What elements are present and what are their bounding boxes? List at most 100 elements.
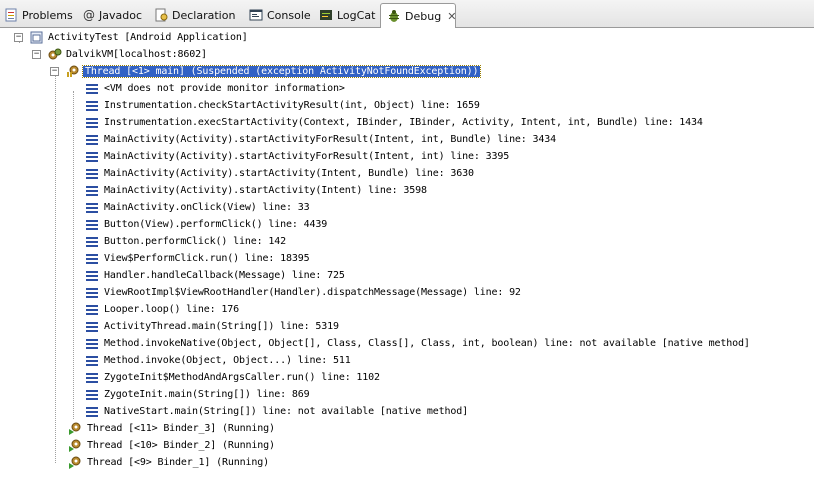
stack-frame-row[interactable]: Method.invoke(Object, Object...) line: 5… [86, 352, 351, 369]
debug-tree: − ActivityTest [Android Application] − D… [0, 29, 814, 494]
stack-frame-icon [86, 185, 98, 196]
stack-frame-label: ViewRootImpl$ViewRootHandler(Handler).di… [104, 287, 521, 298]
tab-declaration[interactable]: Declaration [154, 4, 235, 26]
problems-icon [4, 8, 18, 22]
vm-icon [48, 48, 62, 61]
stack-frame-label: Button.performClick() line: 142 [104, 236, 286, 247]
stack-frame-icon [86, 202, 98, 213]
view-tab-bar: Problems @ Javadoc Declaration Console L… [0, 0, 814, 28]
stack-frame-icon [86, 100, 98, 111]
collapse-toggle[interactable]: − [50, 67, 59, 76]
stack-frame-icon [86, 117, 98, 128]
running-thread-icon [68, 456, 82, 469]
stack-frame-icon [86, 151, 98, 162]
stack-frame-row[interactable]: Instrumentation.checkStartActivityResult… [86, 97, 480, 114]
stack-frame-icon [86, 321, 98, 332]
tab-problems[interactable]: Problems [4, 4, 73, 26]
tab-javadoc[interactable]: @ Javadoc [83, 4, 142, 26]
stack-frame-icon [86, 355, 98, 366]
collapse-toggle[interactable]: − [14, 33, 23, 42]
tree-node-launch[interactable]: − ActivityTest [Android Application] [14, 29, 248, 46]
stack-frame-icon [86, 168, 98, 179]
stack-frame-row[interactable]: ViewRootImpl$ViewRootHandler(Handler).di… [86, 284, 521, 301]
tab-label: Debug [405, 9, 442, 23]
tree-node-suspended-thread[interactable]: − Thread [<1> main] (Suspended (exceptio… [50, 63, 482, 80]
stack-frame-row[interactable]: MainActivity(Activity).startActivity(Int… [86, 182, 427, 199]
stack-frame-label: Button(View).performClick() line: 4439 [104, 219, 328, 230]
stack-frame-row[interactable]: View$PerformClick.run() line: 18395 [86, 250, 310, 267]
stack-frame-icon [86, 304, 98, 315]
stack-frame-label: ZygoteInit.main(String[]) line: 869 [104, 389, 310, 400]
stack-frame-icon [86, 338, 98, 349]
tree-guide [55, 75, 56, 463]
stack-frame-label: MainActivity(Activity).startActivity(Int… [104, 185, 427, 196]
tree-node-vm[interactable]: − DalvikVM[localhost:8602] [32, 46, 207, 63]
stack-frame-row[interactable]: Instrumentation.execStartActivity(Contex… [86, 114, 703, 131]
tab-label: Console [267, 8, 311, 22]
tab-debug[interactable]: Debug ✕ [380, 3, 456, 28]
stack-frame-label: MainActivity(Activity).startActivityForR… [104, 151, 510, 162]
svg-text:@: @ [83, 8, 95, 22]
stack-frame-label: View$PerformClick.run() line: 18395 [104, 253, 310, 264]
stack-frame-row[interactable]: Method.invokeNative(Object, Object[], Cl… [86, 335, 750, 352]
stack-frame-label: Instrumentation.checkStartActivityResult… [104, 100, 480, 111]
thread-label: Thread [<10> Binder_2] (Running) [87, 440, 275, 451]
stack-frame-label: Method.invoke(Object, Object...) line: 5… [104, 355, 351, 366]
stack-frame-row[interactable]: Button(View).performClick() line: 4439 [86, 216, 327, 233]
stack-frame-label: MainActivity.onClick(View) line: 33 [104, 202, 310, 213]
javadoc-icon: @ [83, 8, 95, 22]
stack-frame-label: Looper.loop() line: 176 [104, 304, 240, 315]
tab-label: Problems [22, 8, 73, 22]
tree-node-running-thread[interactable]: Thread [<11> Binder_3] (Running) [68, 420, 275, 437]
thread-label: Thread [<9> Binder_1] (Running) [87, 457, 269, 468]
stack-frame-label: <VM does not provide monitor information… [104, 83, 345, 94]
stack-frame-label: MainActivity(Activity).startActivity(Int… [104, 168, 474, 179]
tab-logcat[interactable]: LogCat [319, 4, 375, 26]
tab-label: LogCat [337, 8, 376, 22]
stack-frame-icon [86, 372, 98, 383]
stack-frame-row[interactable]: Looper.loop() line: 176 [86, 301, 239, 318]
logcat-icon [319, 8, 333, 22]
collapse-toggle[interactable]: − [32, 50, 41, 59]
stack-frame-row[interactable]: MainActivity.onClick(View) line: 33 [86, 199, 310, 216]
tree-node-running-thread[interactable]: Thread [<10> Binder_2] (Running) [68, 437, 275, 454]
stack-frame-icon [86, 83, 98, 94]
tab-console[interactable]: Console [249, 4, 311, 26]
launch-icon [30, 31, 43, 44]
declaration-icon [154, 8, 168, 22]
tree-guide [73, 91, 74, 419]
stack-frame-icon [86, 406, 98, 417]
tab-label: Declaration [172, 8, 236, 22]
stack-frame-icon [86, 236, 98, 247]
stack-frame-row[interactable]: Handler.handleCallback(Message) line: 72… [86, 267, 345, 284]
close-icon[interactable]: ✕ [447, 10, 456, 23]
stack-frame-row[interactable]: ActivityThread.main(String[]) line: 5319 [86, 318, 339, 335]
running-thread-icon [68, 439, 82, 452]
stack-frame-icon [86, 253, 98, 264]
stack-frame-label: NativeStart.main(String[]) line: not ava… [104, 406, 468, 417]
stack-frame-label: Handler.handleCallback(Message) line: 72… [104, 270, 345, 281]
stack-frame-icon [86, 134, 98, 145]
stack-frame-row[interactable]: ZygoteInit$MethodAndArgsCaller.run() lin… [86, 369, 380, 386]
stack-frame-label: MainActivity(Activity).startActivityForR… [104, 134, 557, 145]
stack-frame-label: Instrumentation.execStartActivity(Contex… [104, 117, 703, 128]
stack-frame-row[interactable]: MainActivity(Activity).startActivityForR… [86, 131, 556, 148]
stack-frame-icon [86, 389, 98, 400]
stack-frame-row[interactable]: MainActivity(Activity).startActivity(Int… [86, 165, 474, 182]
stack-frame-row[interactable]: MainActivity(Activity).startActivityForR… [86, 148, 509, 165]
debug-icon [387, 9, 401, 23]
stack-frame-row[interactable]: ZygoteInit.main(String[]) line: 869 [86, 386, 310, 403]
tree-node-running-thread[interactable]: Thread [<9> Binder_1] (Running) [68, 454, 269, 471]
stack-frame-label: Method.invokeNative(Object, Object[], Cl… [104, 338, 750, 349]
running-thread-icon [68, 422, 82, 435]
suspended-thread-icon [66, 65, 80, 78]
stack-frame-row[interactable]: NativeStart.main(String[]) line: not ava… [86, 403, 468, 420]
console-icon [249, 8, 263, 22]
tab-label: Javadoc [99, 8, 142, 22]
stack-frame-label: ZygoteInit$MethodAndArgsCaller.run() lin… [104, 372, 380, 383]
stack-frame-icon [86, 287, 98, 298]
stack-frame-row[interactable]: <VM does not provide monitor information… [86, 80, 345, 97]
stack-frame-label: ActivityThread.main(String[]) line: 5319 [104, 321, 339, 332]
stack-frame-row[interactable]: Button.performClick() line: 142 [86, 233, 286, 250]
selected-thread-label: Thread [<1> main] (Suspended (exception … [81, 65, 482, 78]
